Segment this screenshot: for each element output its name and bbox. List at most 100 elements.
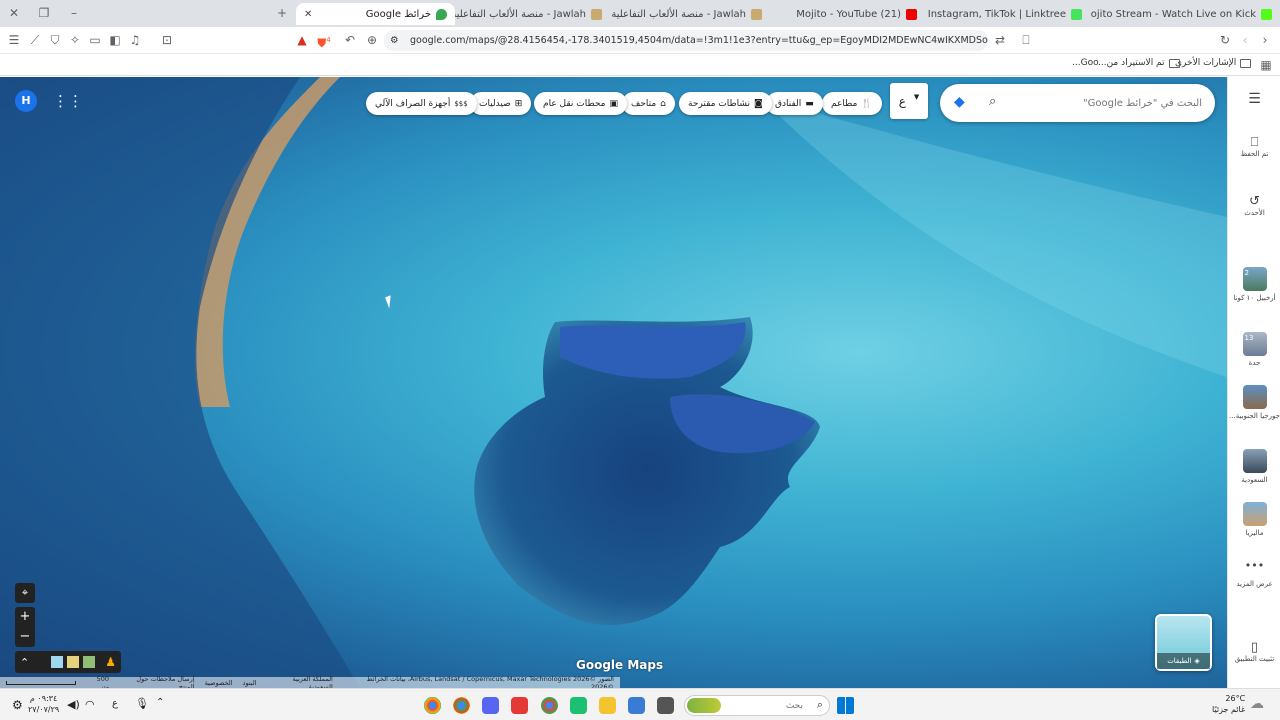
rail-label: الأحدث: [1244, 209, 1265, 217]
tab-jawlah-1[interactable]: Jawlah - منصة الألعاب التفاعلية | جولة: [455, 3, 610, 25]
taskbar-search[interactable]: ⌕: [684, 695, 830, 716]
tab-linktree[interactable]: mojito | Instagram, TikTok | Linktree: [925, 3, 1090, 25]
chip-label: نشاطات مقترحة: [688, 98, 750, 109]
my-location-button[interactable]: ⌖: [15, 583, 35, 603]
chip-restaurants[interactable]: 🍴 مطاعم: [822, 92, 882, 115]
weather-widget[interactable]: 26°C غائم جزئيًا: [1212, 693, 1245, 715]
rail-more[interactable]: ••• عرض المزيد: [1228, 559, 1280, 588]
zoom-out-button[interactable]: −: [15, 627, 35, 647]
bookmark-imported[interactable]: تم الاستيراد من...: [1098, 58, 1180, 68]
language-indicator[interactable]: ع: [112, 698, 118, 709]
chip-museums[interactable]: ⌂ متاحف: [622, 92, 675, 115]
windows-taskbar: ⚙ ٠٩:٣٤ م ٢٧/٠٧/٢٩ ◀) ◠ ع 🎙 ⌃ ⌕ 26°C غائ…: [0, 688, 1280, 720]
bookmark-other[interactable]: الإشارات الأخرى: [1175, 58, 1252, 68]
rail-recent-item[interactable]: ماليزيا: [1228, 502, 1280, 537]
bookmark-goo[interactable]: Goo...: [1072, 58, 1099, 68]
task-view-icon[interactable]: [657, 697, 674, 714]
media-icon[interactable]: ♫: [127, 32, 143, 48]
privacy-link[interactable]: الخصوصية: [205, 679, 233, 687]
rail-recent[interactable]: ↺ الأحدث: [1228, 194, 1280, 217]
zoom-in-button[interactable]: +: [15, 607, 35, 627]
close-window-icon[interactable]: ✕: [6, 5, 22, 21]
bookmark-label: تم الاستيراد من...: [1098, 58, 1165, 68]
terms-link[interactable]: البنود: [243, 679, 257, 687]
restore-window-icon[interactable]: ❐: [36, 5, 52, 21]
wifi-icon[interactable]: ◠: [85, 698, 95, 711]
new-tab-icon[interactable]: +: [274, 5, 290, 21]
satellite-map[interactable]: H ⋮⋮ ⌖ + − ⌃ ♟ 🍴 مطاعم ▬ الفنادق ◙ نشاطات م…: [0, 77, 1227, 688]
tab-youtube[interactable]: (21) Mojito - YouTube: [770, 3, 925, 25]
rail-recent-item[interactable]: السعودية: [1228, 449, 1280, 484]
chip-atms[interactable]: $$$ أجهزة الصراف الآلي: [366, 92, 477, 115]
recent-thumbnail: [1242, 385, 1267, 409]
reload-icon[interactable]: ↻: [1217, 32, 1233, 48]
rail-saved[interactable]: ⎕ تم الحفظ: [1228, 135, 1280, 158]
language-dropdown[interactable]: ع ▼: [890, 83, 928, 119]
chrome-alt-icon[interactable]: [541, 697, 558, 714]
share-icon[interactable]: ↶: [342, 32, 358, 48]
pegman-icon[interactable]: ♟: [105, 655, 116, 669]
bookmark-icon[interactable]: ⎕: [1018, 32, 1034, 48]
show-hidden-icons-icon[interactable]: ⌃: [156, 697, 164, 708]
close-tab-icon[interactable]: ✕: [304, 9, 312, 20]
minimize-window-icon[interactable]: –: [66, 5, 82, 21]
extension-icon[interactable]: ⟋: [27, 32, 43, 48]
tab-title: (21) Mojito - YouTube: [796, 8, 901, 20]
tab-strip: ✕ ❐ – + Mojito Stream - Watch Live on Ki…: [0, 0, 1280, 27]
shield-outline-icon[interactable]: ⛉: [47, 32, 63, 48]
windows-start-icon[interactable]: [837, 697, 854, 714]
search-icon[interactable]: ⌕: [989, 94, 996, 109]
zoom-icon[interactable]: ⊕: [364, 32, 380, 48]
sidebar-icon[interactable]: ◧: [107, 32, 123, 48]
search-input[interactable]: [1012, 92, 1202, 114]
satellite-thumb[interactable]: [83, 656, 96, 668]
chip-transit[interactable]: ▣ محطات نقل عام: [534, 92, 628, 115]
google-apps-icon[interactable]: ⋮⋮: [53, 92, 83, 110]
address-bar[interactable]: ⚙ google.com/maps/@28.4156454,-178.34015…: [384, 30, 988, 51]
chrome-profile-icon[interactable]: [453, 697, 470, 714]
sand-ripples: [760, 97, 1227, 377]
rail-recent-item[interactable]: 2 أرخبيل ١٠ كونا: [1228, 267, 1280, 302]
app-green-icon[interactable]: [570, 697, 587, 714]
rail-menu-icon[interactable]: ☰: [1228, 91, 1280, 107]
forward-icon[interactable]: ›: [1257, 32, 1273, 48]
terrain-thumb[interactable]: [67, 656, 80, 668]
capcut-icon[interactable]: [511, 697, 528, 714]
microphone-icon[interactable]: 🎙: [135, 697, 149, 710]
apps-grid-icon[interactable]: ▦: [1258, 57, 1274, 73]
tab-kick[interactable]: Mojito Stream - Watch Live on Kick: [1090, 3, 1280, 25]
recent-thumbnail: 2: [1242, 267, 1267, 291]
rail-recent-item[interactable]: جورجيا الجنوبية...: [1228, 385, 1280, 420]
wallet-icon[interactable]: ▭: [87, 32, 103, 48]
translate-icon[interactable]: ⇄: [992, 32, 1008, 48]
puzzle-icon[interactable]: ✧: [67, 32, 83, 48]
rail-recent-item[interactable]: 13 جدة: [1228, 332, 1280, 367]
settings-gear-icon[interactable]: ⚙: [12, 698, 23, 712]
directions-icon[interactable]: ◆: [954, 94, 965, 110]
deep-water: [0, 77, 360, 688]
chrome-icon[interactable]: [424, 697, 441, 714]
account-avatar[interactable]: H: [15, 90, 37, 112]
menu-icon[interactable]: ☰: [6, 32, 22, 48]
file-explorer-icon[interactable]: [599, 697, 616, 714]
recent-thumbnail: [1242, 502, 1267, 526]
volume-icon[interactable]: ◀): [67, 698, 80, 711]
brave-shield-icon[interactable]: ⛊4: [316, 32, 332, 50]
back-icon[interactable]: ‹: [1237, 32, 1253, 48]
taskbar-search-input[interactable]: [723, 698, 803, 713]
chip-things-to-do[interactable]: ◙ نشاطات مقترحة: [679, 92, 772, 115]
tab-google-maps[interactable]: خرائط Google ✕: [296, 3, 455, 25]
chip-hotels[interactable]: ▬ الفنادق: [766, 92, 823, 115]
tab-jawlah-2[interactable]: Jawlah - منصة الألعاب التفاعلية | جولة: [610, 3, 770, 25]
chip-pharmacies[interactable]: ⊞ صيدليات: [470, 92, 532, 115]
screenshot-icon[interactable]: ⊡: [159, 32, 175, 48]
map-type-thumb[interactable]: [51, 656, 64, 668]
store-icon[interactable]: [628, 697, 645, 714]
layers-button[interactable]: ◈ الطبقات: [1155, 614, 1212, 671]
site-info-icon[interactable]: ⚙: [390, 30, 399, 51]
discord-icon[interactable]: [482, 697, 499, 714]
clock[interactable]: ٠٩:٣٤ م ٢٧/٠٧/٢٩: [28, 693, 59, 715]
warning-icon[interactable]: ▲: [294, 32, 310, 48]
rail-install-app[interactable]: ▯ تثبيت التطبيق: [1228, 640, 1280, 663]
expand-icon[interactable]: ⌃: [20, 656, 29, 669]
